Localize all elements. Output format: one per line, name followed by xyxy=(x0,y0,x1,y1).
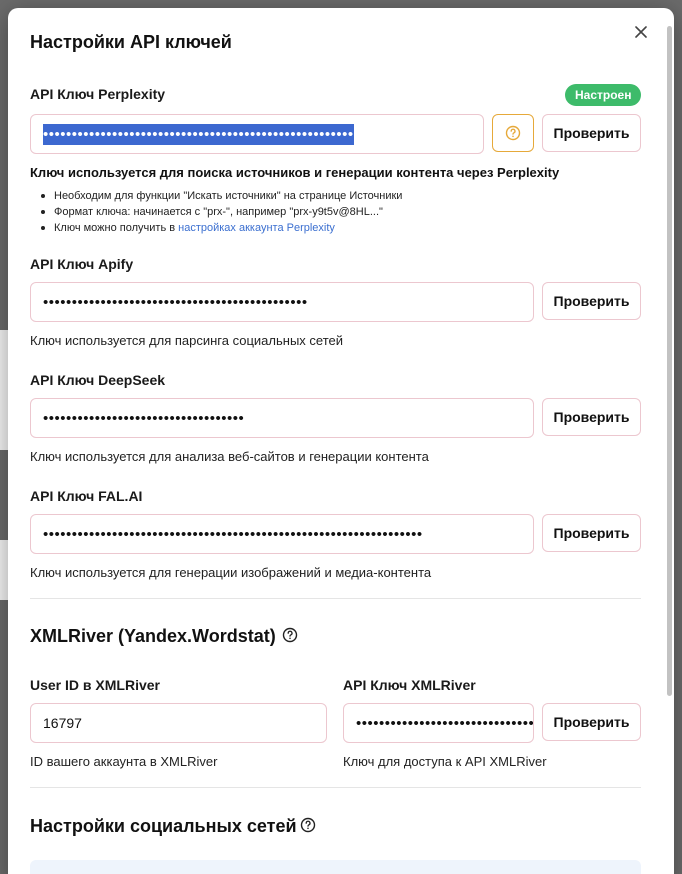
scrollbar-thumb[interactable] xyxy=(667,26,672,696)
social-section-title: Настройки социальных сетей xyxy=(30,816,297,836)
question-circle-icon xyxy=(505,125,521,141)
perplexity-key-value: ••••••••••••••••••••••••••••••••••••••••… xyxy=(43,123,354,145)
deepseek-label: API Ключ DeepSeek xyxy=(30,372,166,388)
perplexity-description: Ключ используется для поиска источников … xyxy=(30,165,560,180)
background-page-strip xyxy=(0,540,8,600)
close-icon[interactable] xyxy=(632,23,650,41)
xmlriver-section-title: XMLRiver (Yandex.Wordstat) xyxy=(30,626,276,646)
apify-description: Ключ используется для парсинга социальны… xyxy=(30,333,344,348)
status-badge: Настроен xyxy=(565,84,642,106)
perplexity-info-list: Необходим для функции "Искать источники"… xyxy=(38,188,402,236)
background-page-strip xyxy=(0,330,8,450)
deepseek-check-button[interactable]: Проверить xyxy=(542,398,641,436)
list-item: Необходим для функции "Искать источники"… xyxy=(38,188,402,204)
apify-key-input[interactable]: ••••••••••••••••••••••••••••••••••••••••… xyxy=(30,282,534,322)
question-circle-icon[interactable] xyxy=(282,627,298,643)
xmlriver-api-key-description: Ключ для доступа к API XMLRiver xyxy=(343,754,547,769)
list-item: Ключ можно получить в настройках аккаунт… xyxy=(38,220,402,236)
xmlriver-api-key-label: API Ключ XMLRiver xyxy=(343,677,476,693)
falai-check-button[interactable]: Проверить xyxy=(542,514,641,552)
falai-key-input[interactable]: ••••••••••••••••••••••••••••••••••••••••… xyxy=(30,514,534,554)
perplexity-settings-link[interactable]: настройках аккаунта Perplexity xyxy=(178,222,335,234)
dialog-title: Настройки API ключей xyxy=(30,32,232,52)
xmlriver-check-button[interactable]: Проверить xyxy=(542,703,641,741)
perplexity-check-button[interactable]: Проверить xyxy=(542,114,641,152)
apify-label: API Ключ Apify xyxy=(30,256,134,272)
xmlriver-user-id-description: ID вашего аккаунта в XMLRiver xyxy=(30,754,218,769)
falai-label: API Ключ FAL.AI xyxy=(30,488,143,504)
section-divider xyxy=(30,598,641,599)
list-item-text: Ключ можно получить в xyxy=(54,222,179,234)
api-keys-dialog: Настройки API ключей API Ключ Perplexity… xyxy=(8,8,674,874)
xmlriver-user-id-label: User ID в XMLRiver xyxy=(30,677,160,693)
scrollbar[interactable] xyxy=(666,16,674,874)
perplexity-label: API Ключ Perplexity xyxy=(30,86,166,102)
deepseek-description: Ключ используется для анализа веб-сайтов… xyxy=(30,449,429,464)
social-info-box xyxy=(30,860,641,874)
perplexity-help-button[interactable] xyxy=(492,114,534,152)
deepseek-key-input[interactable]: ••••••••••••••••••••••••••••••••••• xyxy=(30,398,534,438)
perplexity-key-input[interactable]: ••••••••••••••••••••••••••••••••••••••••… xyxy=(30,114,484,154)
falai-description: Ключ используется для генерации изображе… xyxy=(30,565,432,580)
section-divider xyxy=(30,787,641,788)
question-circle-icon[interactable] xyxy=(300,817,316,833)
list-item: Формат ключа: начинается с "prx-", напри… xyxy=(38,204,402,220)
apify-check-button[interactable]: Проверить xyxy=(542,282,641,320)
xmlriver-api-key-input[interactable]: •••••••••••••••••••••••••••••••• xyxy=(343,703,534,743)
xmlriver-user-id-input[interactable]: 16797 xyxy=(30,703,327,743)
